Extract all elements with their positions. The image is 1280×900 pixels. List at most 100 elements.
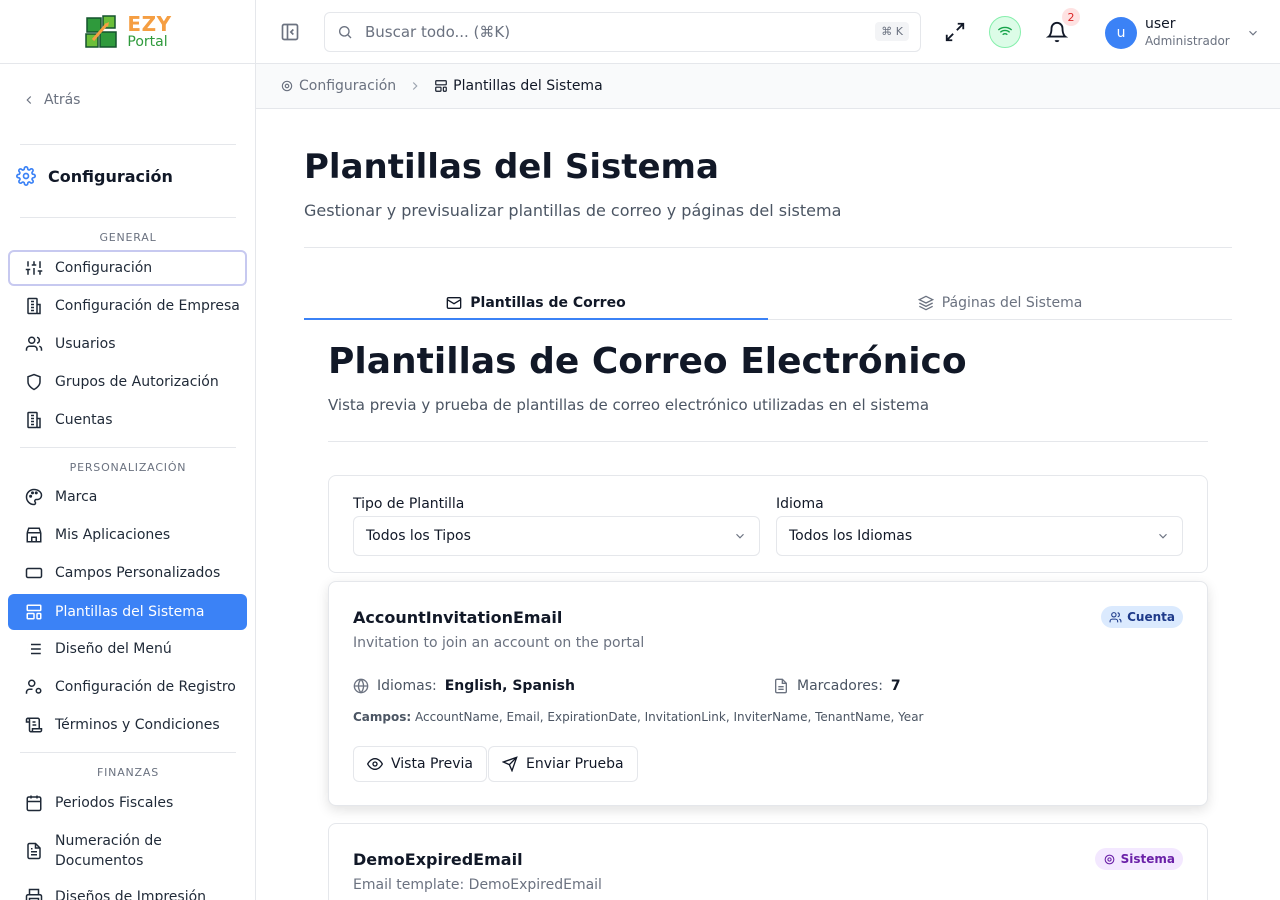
logo-ezy-text: EZY xyxy=(127,12,172,36)
logo-mark-icon xyxy=(85,14,118,48)
connection-status-button[interactable] xyxy=(989,16,1021,48)
send-test-button[interactable]: Enviar Prueba xyxy=(488,746,638,782)
search-shortcut: ⌘ K xyxy=(875,22,909,41)
sidebar-item-campos[interactable]: Campos Personalizados xyxy=(8,555,247,591)
template-card: DemoExpiredEmail Email template: DemoExp… xyxy=(328,823,1208,900)
sidebar-item-marca[interactable]: Marca xyxy=(8,479,247,515)
send-icon xyxy=(502,756,518,772)
printer-icon xyxy=(25,888,43,900)
sliders-icon xyxy=(25,261,43,275)
main-content: Plantillas del Sistema Gestionar y previ… xyxy=(256,109,1280,900)
notification-badge: 2 xyxy=(1062,8,1080,26)
expand-icon xyxy=(945,22,965,42)
file-text-icon xyxy=(775,678,787,694)
shield-icon xyxy=(27,373,41,391)
divider xyxy=(20,217,236,218)
top-bar: Buscar todo... (⌘K) ⌘ K 2 u user Adminis… xyxy=(256,0,1280,64)
sidebar-header-label: Configuración xyxy=(48,166,173,186)
brand-logo[interactable]: EZY Portal xyxy=(83,12,171,52)
search-input[interactable]: Buscar todo... (⌘K) ⌘ K xyxy=(324,12,921,52)
template-description: Email template: DemoExpiredEmail xyxy=(353,877,602,893)
section-title-general: GENERAL xyxy=(99,231,157,244)
page-subtitle: Gestionar y previsualizar plantillas de … xyxy=(304,201,842,220)
globe-icon xyxy=(353,678,369,694)
sidebar-item-empresa[interactable]: Configuración de Empresa xyxy=(8,288,247,324)
language-select[interactable]: Todos los Idiomas xyxy=(776,516,1183,556)
user-role: Administrador xyxy=(1145,34,1230,48)
template-placeholders: Marcadores: 7 xyxy=(773,678,901,694)
logo-area: EZY Portal xyxy=(0,0,255,64)
sidebar-item-numeracion[interactable]: Numeración de Documentos xyxy=(8,829,247,873)
filter-type: Tipo de Plantilla Todos los Tipos xyxy=(353,496,760,556)
layout-template-icon xyxy=(435,80,447,92)
sidebar-header: Configuración xyxy=(16,166,173,186)
fullscreen-button[interactable] xyxy=(944,21,966,47)
sidebar: EZY Portal Atrás Configuración GENERAL C… xyxy=(0,0,256,900)
sidebar-item-cuentas[interactable]: Cuentas xyxy=(8,402,247,438)
bell-icon xyxy=(1045,22,1069,43)
template-name: DemoExpiredEmail xyxy=(353,850,523,869)
sidebar-item-menu[interactable]: Diseño del Menú xyxy=(8,631,247,667)
category-badge: Cuenta xyxy=(1101,606,1183,628)
category-badge: Sistema xyxy=(1094,848,1183,870)
chevron-down-icon xyxy=(1248,30,1257,36)
sidebar-item-grupos[interactable]: Grupos de Autorización xyxy=(8,364,247,400)
chevron-left-icon xyxy=(26,96,32,104)
divider xyxy=(304,247,1232,248)
sidebar-item-usuarios[interactable]: Usuarios xyxy=(8,326,247,362)
back-label: Atrás xyxy=(44,92,81,108)
gear-icon xyxy=(1104,854,1114,864)
gear-icon xyxy=(281,80,293,92)
notifications-button[interactable] xyxy=(1045,21,1069,47)
user-menu[interactable]: u user Administrador xyxy=(1105,16,1260,50)
chevron-down-icon xyxy=(1159,533,1167,539)
breadcrumb-item-configuracion[interactable]: Configuración xyxy=(280,78,396,94)
user-cog-icon xyxy=(25,679,42,694)
file-text-icon xyxy=(27,842,41,860)
template-languages: Idiomas: English, Spanish xyxy=(353,678,575,694)
layers-icon xyxy=(917,295,934,311)
panel-left-icon xyxy=(281,23,299,41)
template-fields: Campos: AccountName, Email, ExpirationDa… xyxy=(353,710,924,724)
wifi-icon xyxy=(997,26,1013,38)
users-icon xyxy=(1109,611,1122,622)
divider xyxy=(20,447,236,448)
layout-template-icon xyxy=(26,604,42,620)
chevron-right-icon xyxy=(412,82,418,90)
preview-button[interactable]: Vista Previa xyxy=(353,746,487,782)
section-title: Plantillas de Correo Electrónico xyxy=(328,341,967,382)
scroll-icon xyxy=(25,717,43,733)
tab-email-templates[interactable]: Plantillas de Correo xyxy=(304,287,768,320)
search-icon xyxy=(339,26,352,39)
search-placeholder: Buscar todo... (⌘K) xyxy=(365,23,511,41)
back-link[interactable]: Atrás xyxy=(22,92,80,108)
sidebar-item-plantillas[interactable]: Plantillas del Sistema xyxy=(8,594,247,630)
filter-language-label: Idioma xyxy=(776,496,824,512)
sidebar-item-terminos[interactable]: Términos y Condiciones xyxy=(8,707,247,743)
divider xyxy=(20,144,236,145)
divider xyxy=(328,441,1208,442)
section-title-personalizacion: PERSONALIZACIÓN xyxy=(69,461,187,474)
sidebar-toggle-button[interactable] xyxy=(280,22,300,46)
breadcrumb: Configuración Plantillas del Sistema xyxy=(256,64,1280,109)
divider xyxy=(20,752,236,753)
section-title-finanzas: FINANZAS xyxy=(97,766,159,779)
tab-system-pages[interactable]: Páginas del Sistema xyxy=(768,287,1232,319)
filter-card: Tipo de Plantilla Todos los Tipos Idioma… xyxy=(328,475,1208,573)
sidebar-item-aplicaciones[interactable]: Mis Aplicaciones xyxy=(8,517,247,553)
users-icon xyxy=(25,336,43,351)
template-type-select[interactable]: Todos los Tipos xyxy=(353,516,760,556)
template-card: AccountInvitationEmail Invitation to joi… xyxy=(328,581,1208,806)
user-name: user xyxy=(1145,16,1176,32)
sidebar-item-registro[interactable]: Configuración de Registro xyxy=(8,669,247,705)
sidebar-item-disenos[interactable]: Diseños de Impresión xyxy=(8,879,247,900)
logo-portal-text: Portal xyxy=(127,34,168,50)
page-title: Plantillas del Sistema xyxy=(304,147,719,187)
chevron-down-icon xyxy=(736,533,744,539)
store-icon xyxy=(26,527,42,543)
section-subtitle: Vista previa y prueba de plantillas de c… xyxy=(328,396,930,414)
sidebar-item-configuracion[interactable]: Configuración xyxy=(8,250,247,286)
template-name: AccountInvitationEmail xyxy=(353,608,563,627)
building-icon xyxy=(27,297,41,315)
sidebar-item-periodos[interactable]: Periodos Fiscales xyxy=(8,785,247,821)
